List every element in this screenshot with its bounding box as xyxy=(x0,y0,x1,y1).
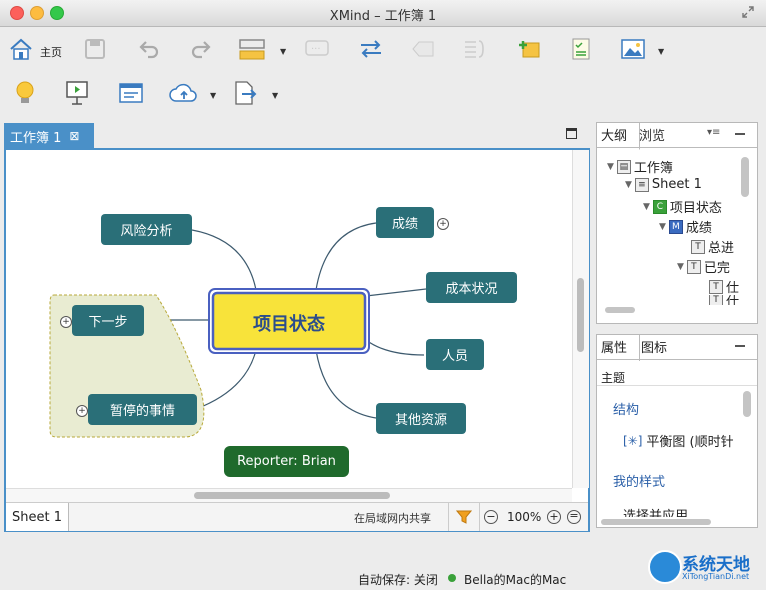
note-icon[interactable] xyxy=(514,35,544,63)
undo-icon[interactable] xyxy=(134,35,164,63)
lightbulb-icon[interactable] xyxy=(10,79,40,107)
summary-icon[interactable] xyxy=(460,35,490,63)
tree-item-task[interactable]: T仕 xyxy=(709,277,739,296)
scrollbar-thumb[interactable] xyxy=(605,307,635,313)
view-menu-icon[interactable]: ▾≡ xyxy=(707,127,720,138)
central-topic[interactable]: 项目状态 xyxy=(213,310,365,336)
save-icon[interactable] xyxy=(80,35,110,63)
topic-other-resources[interactable]: 其他资源 xyxy=(376,403,466,434)
sheet-tab[interactable]: Sheet 1 xyxy=(6,503,69,531)
maximize-icon[interactable] xyxy=(566,128,577,139)
fullscreen-icon[interactable] xyxy=(742,6,754,18)
zoom-level: 100% xyxy=(507,510,542,524)
zoom-out-icon[interactable]: − xyxy=(484,510,498,524)
central-topic-icon: C xyxy=(652,199,667,214)
properties-panel: 属性 图标 主题 结构 [✳] 平衡图 (顺时针 我的样式 选择并应用 xyxy=(596,334,758,528)
close-tab-icon[interactable]: ⊠ xyxy=(69,129,79,143)
minimize-panel-icon[interactable] xyxy=(735,133,745,135)
topic-paused-items[interactable]: 暂停的事情 xyxy=(88,394,197,425)
redo-icon[interactable] xyxy=(186,35,216,63)
structure-selector[interactable]: [✳] 平衡图 (顺时针 xyxy=(623,431,741,451)
relationship-icon[interactable] xyxy=(356,35,386,63)
task-icon[interactable] xyxy=(566,35,596,63)
tree-item-central[interactable]: ▼ C 项目状态 xyxy=(643,197,722,216)
reporter-label[interactable]: Reporter: Brian xyxy=(224,446,349,477)
outline-panel: 大纲 浏览 ▾≡ ▼ ▤ 工作簿 ▼ ≡ Sheet 1 ▼ C 项目状态 ▼ M 成绩 T 总进… xyxy=(596,122,758,324)
subtopic-icon: T xyxy=(686,259,701,274)
chevron-down-icon[interactable]: ▼ xyxy=(210,91,216,100)
tree-item-sheet[interactable]: ▼ ≡ Sheet 1 xyxy=(625,177,702,192)
topic-risk-analysis[interactable]: 风险分析 xyxy=(101,214,192,245)
expand-icon[interactable]: + xyxy=(76,405,88,417)
toolbar: 主页 ▼ ··· ▼ ▼ ▼ xyxy=(0,27,766,117)
minimize-panel-icon[interactable] xyxy=(735,345,745,347)
vertical-scrollbar[interactable] xyxy=(572,150,589,488)
zoom-in-icon[interactable]: + xyxy=(547,510,561,524)
tab-label: 工作簿 1 xyxy=(10,130,62,146)
scrollbar-thumb[interactable] xyxy=(577,278,584,352)
balanced-map-icon: [✳] xyxy=(623,433,643,448)
image-icon[interactable] xyxy=(618,35,648,63)
filter-icon[interactable] xyxy=(448,503,480,531)
home-icon[interactable] xyxy=(6,35,36,63)
outline-view-icon[interactable] xyxy=(116,79,146,107)
mind-map-canvas[interactable]: 项目状态 风险分析 下一步 + 暂停的事情 + 成绩 + 成本状况 人员 其他资… xyxy=(6,150,572,488)
tree-item-task[interactable]: T仕 xyxy=(709,295,739,305)
subtopic-icon: T xyxy=(691,239,705,254)
scrollbar-thumb[interactable] xyxy=(194,492,390,499)
share-status[interactable]: 在局域网内共享 xyxy=(354,510,431,526)
tab-properties[interactable]: 属性 xyxy=(597,335,640,361)
main-topic-icon: M xyxy=(668,219,683,234)
export-icon[interactable] xyxy=(230,79,260,107)
watermark-url: XiTongTianDi.net xyxy=(682,572,750,581)
tab-workbook[interactable]: 工作簿 1 ⊠ xyxy=(4,123,94,149)
tree-item-workbook[interactable]: ▼ ▤ 工作簿 xyxy=(607,157,673,176)
watermark-logo: 系统天地 XiTongTianDi.net xyxy=(640,538,764,586)
insert-topic-icon[interactable] xyxy=(238,35,268,63)
window-title: XMind – 工作簿 1 xyxy=(329,9,437,24)
horizontal-scrollbar[interactable] xyxy=(6,488,572,503)
chevron-down-icon[interactable]: ▼ xyxy=(658,47,664,56)
scrollbar-thumb[interactable] xyxy=(743,391,751,417)
tree-item-results[interactable]: ▼ M 成绩 xyxy=(659,217,712,236)
chevron-down-icon[interactable]: ▼ xyxy=(280,47,286,56)
tab-outline[interactable]: 大纲 xyxy=(597,123,640,150)
online-status-icon xyxy=(448,574,456,582)
sheet-icon: ≡ xyxy=(634,177,649,192)
user-status[interactable]: Bella的Mac的Mac xyxy=(464,571,566,588)
expand-icon[interactable]: + xyxy=(437,218,449,230)
expand-icon[interactable]: + xyxy=(60,316,72,328)
topic-people[interactable]: 人员 xyxy=(426,339,484,370)
watermark-globe-icon xyxy=(648,550,682,584)
tab-icons[interactable]: 图标 xyxy=(637,335,671,358)
section-topic: 主题 xyxy=(601,371,626,385)
home-label[interactable]: 主页 xyxy=(40,44,62,60)
chevron-down-icon[interactable]: ▼ xyxy=(272,91,278,100)
topic-cost-status[interactable]: 成本状况 xyxy=(426,272,517,303)
scrollbar-thumb[interactable] xyxy=(741,157,749,197)
scrollbar-thumb[interactable] xyxy=(601,519,711,525)
svg-text:···: ··· xyxy=(311,44,321,55)
boundary-icon[interactable] xyxy=(408,35,438,63)
my-style-heading[interactable]: 我的样式 xyxy=(613,471,665,490)
apply-style-link[interactable]: 选择并应用 xyxy=(623,505,688,517)
callout-icon[interactable]: ··· xyxy=(302,35,332,63)
tree-item-progress[interactable]: T 总进 xyxy=(691,237,734,256)
structure-heading[interactable]: 结构 xyxy=(613,399,639,418)
cloud-upload-icon[interactable] xyxy=(168,79,198,107)
tree-item-done[interactable]: ▼ T 已完 xyxy=(677,257,730,276)
editor-status-bar: Sheet 1 在局域网内共享 − 100% + = xyxy=(6,502,588,531)
subtopic-icon: T xyxy=(709,295,723,305)
subtopic-icon: T xyxy=(709,279,723,294)
title-bar: XMind – 工作簿 1 xyxy=(0,0,766,27)
autosave-status[interactable]: 自动保存: 关闭 xyxy=(358,571,438,588)
workbook-icon: ▤ xyxy=(616,159,631,174)
fit-zoom-icon[interactable]: = xyxy=(567,510,581,524)
topic-results[interactable]: 成绩 xyxy=(376,207,434,238)
topic-next-step[interactable]: 下一步 xyxy=(72,305,144,336)
presentation-icon[interactable] xyxy=(62,79,92,107)
tab-browse[interactable]: 浏览 xyxy=(635,123,669,146)
